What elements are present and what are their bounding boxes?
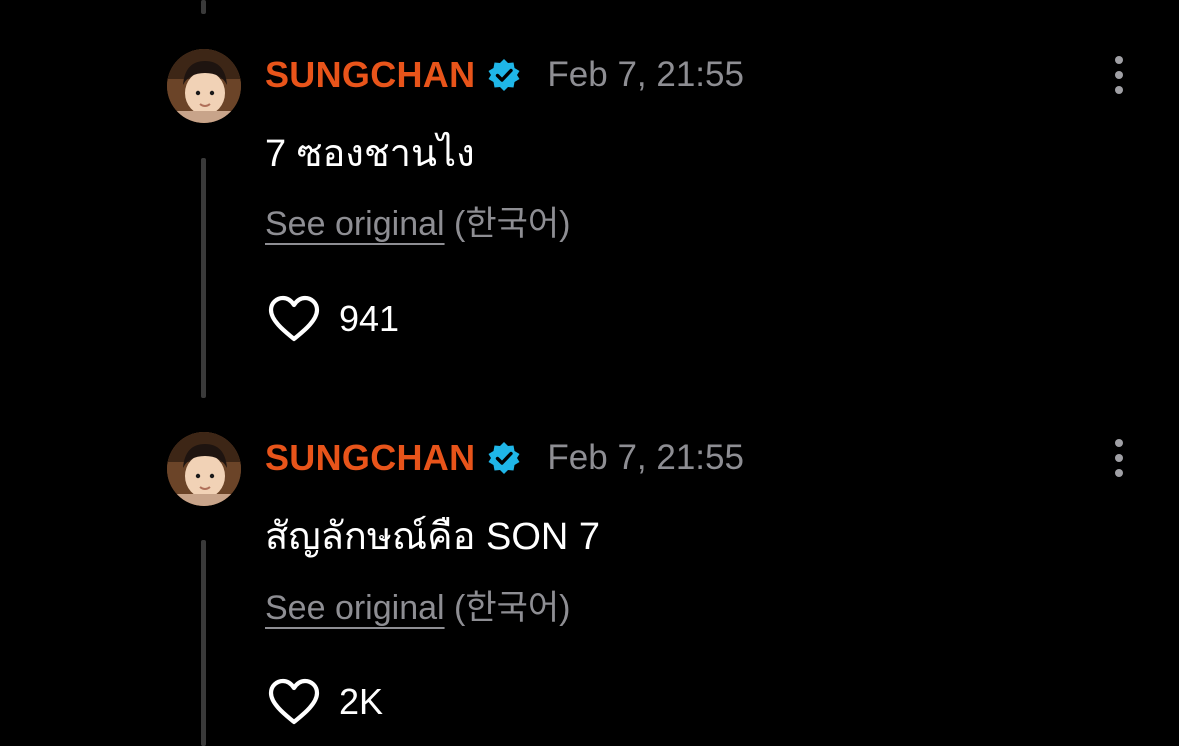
see-original-link[interactable]: See original [265, 205, 445, 243]
more-vertical-icon[interactable] [1106, 50, 1132, 100]
username[interactable]: SUNGCHAN [265, 437, 475, 479]
avatar-image [167, 49, 241, 123]
post-header: SUNGCHAN Feb 7, 21:55 [265, 433, 744, 483]
post-text: สัญลักษณ์คือ SON 7 [265, 516, 601, 558]
more-vertical-icon[interactable] [1106, 433, 1132, 483]
post-header: SUNGCHAN Feb 7, 21:55 [265, 50, 744, 100]
like-row: 941 [267, 294, 399, 344]
thread-connector-line [201, 0, 206, 14]
thread-connector-line [201, 540, 206, 746]
like-row: 2K [267, 677, 383, 727]
heart-outline-icon[interactable] [267, 677, 321, 727]
like-count: 2K [339, 681, 384, 722]
thread-view: SUNGCHAN Feb 7, 21:55 7 ซองชานไง See ori… [0, 0, 1179, 746]
post-timestamp: Feb 7, 21:55 [547, 55, 744, 94]
avatar[interactable] [167, 49, 241, 123]
like-count: 941 [339, 298, 400, 339]
post-timestamp: Feb 7, 21:55 [547, 438, 744, 477]
translation-row: See original (한국어) [265, 580, 571, 629]
heart-outline-icon[interactable] [267, 294, 321, 344]
thread-connector-line [201, 158, 206, 398]
translation-row: See original (한국어) [265, 196, 571, 245]
verified-badge-icon [488, 59, 520, 91]
post-text: 7 ซองชานไง [265, 133, 475, 175]
original-language-label: (한국어) [454, 205, 571, 243]
original-language-label: (한국어) [454, 589, 571, 627]
see-original-link[interactable]: See original [265, 589, 445, 627]
avatar[interactable] [167, 432, 241, 506]
username[interactable]: SUNGCHAN [265, 54, 475, 96]
verified-badge-icon [488, 442, 520, 474]
avatar-image [167, 432, 241, 506]
